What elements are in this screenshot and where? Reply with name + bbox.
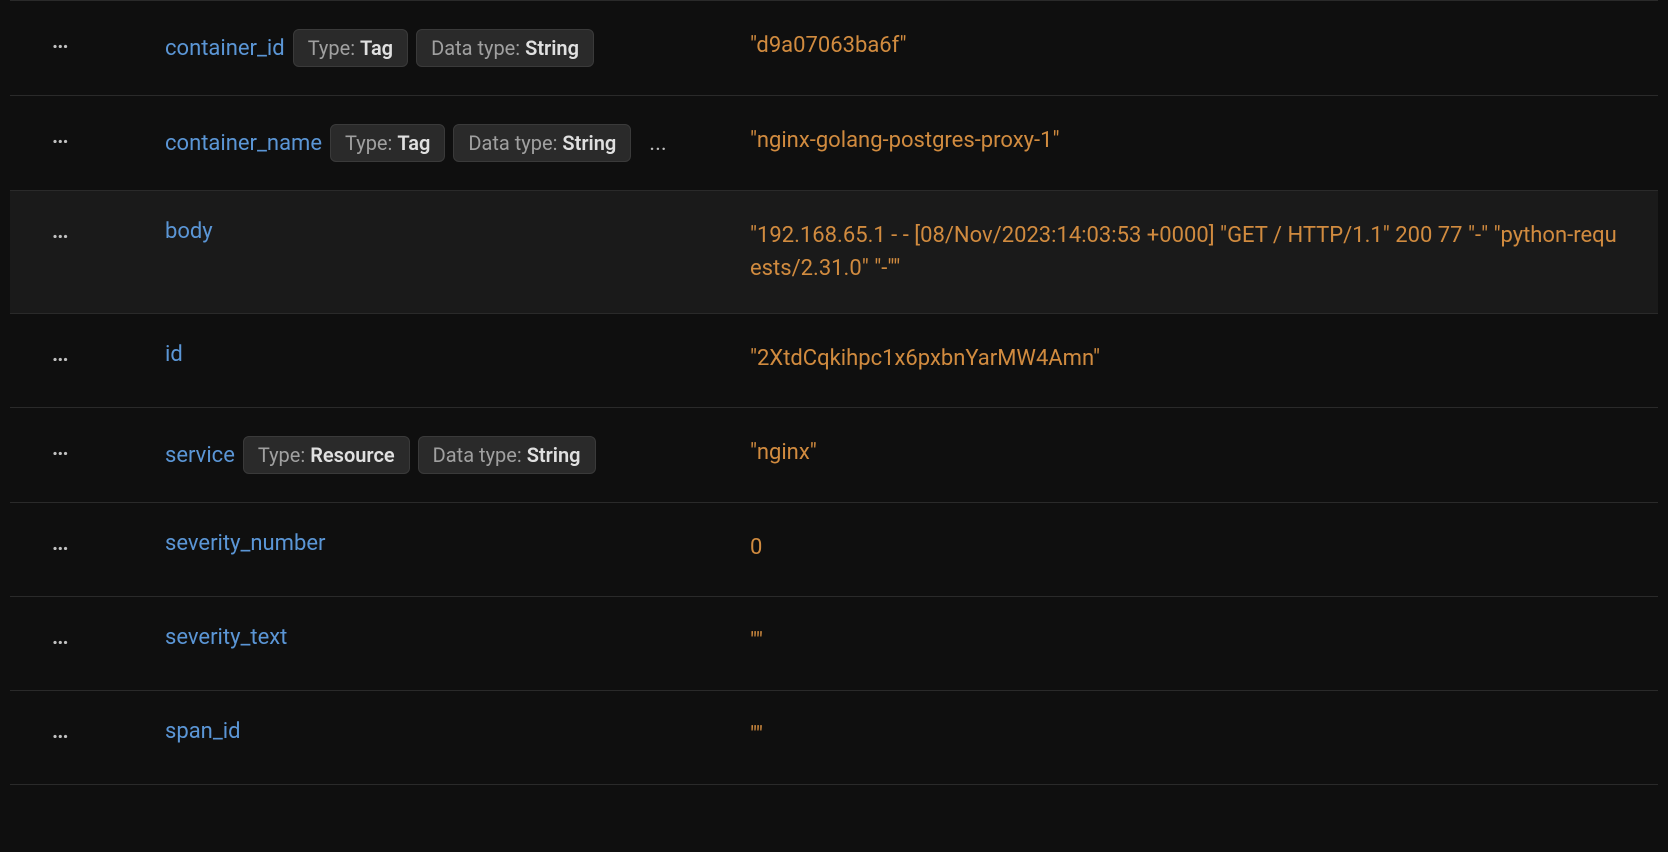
field-value: 0 xyxy=(750,535,762,560)
actions-cell: ... xyxy=(10,124,165,149)
datatype-badge-label: Data type: xyxy=(431,36,525,60)
log-fields-table: ...container_idType: TagData type: Strin… xyxy=(0,0,1668,785)
field-name-link[interactable]: service xyxy=(165,443,235,468)
value-cell: "192.168.65.1 - - [08/Nov/2023:14:03:53 … xyxy=(740,219,1658,285)
value-cell: "nginx-golang-postgres-proxy-1" xyxy=(740,124,1658,157)
datatype-badge-value: String xyxy=(525,36,579,60)
field-value: "2XtdCqkihpc1x6pxbnYarMW4Amn" xyxy=(750,346,1100,371)
actions-cell: ... xyxy=(10,719,165,744)
datatype-badge: Data type: String xyxy=(453,124,631,162)
field-cell: container_nameType: TagData type: String… xyxy=(165,124,740,162)
type-badge-value: Tag xyxy=(360,36,393,60)
field-name-link[interactable]: id xyxy=(165,342,183,367)
row-actions-menu[interactable]: ... xyxy=(52,625,68,650)
actions-cell: ... xyxy=(10,29,165,54)
field-value: "nginx" xyxy=(750,440,817,465)
datatype-badge-label: Data type: xyxy=(468,131,562,155)
type-badge: Type: Tag xyxy=(330,124,445,162)
type-badge-value: Resource xyxy=(310,443,394,467)
table-row: ...container_idType: TagData type: Strin… xyxy=(10,0,1658,96)
field-value: "192.168.65.1 - - [08/Nov/2023:14:03:53 … xyxy=(750,223,1617,281)
field-name-link[interactable]: severity_text xyxy=(165,625,287,650)
row-actions-menu[interactable]: ... xyxy=(52,531,68,556)
actions-cell: ... xyxy=(10,219,165,244)
type-badge: Type: Tag xyxy=(293,29,408,67)
type-badge-label: Type: xyxy=(258,443,310,467)
datatype-badge-value: String xyxy=(562,131,616,155)
type-badge-value: Tag xyxy=(397,131,430,155)
table-row: ... severity_number 0 xyxy=(10,503,1658,597)
actions-cell: ... xyxy=(10,531,165,556)
field-cell: severity_number xyxy=(165,531,740,556)
field-name-link[interactable]: span_id xyxy=(165,719,241,744)
table-row: ...container_nameType: TagData type: Str… xyxy=(10,96,1658,191)
field-value: "" xyxy=(750,629,763,654)
field-name-link[interactable]: container_name xyxy=(165,131,322,156)
value-cell: "" xyxy=(740,625,1658,658)
field-name-link[interactable]: body xyxy=(165,219,213,244)
type-badge-label: Type: xyxy=(308,36,360,60)
type-badge-label: Type: xyxy=(345,131,397,155)
datatype-badge-label: Data type: xyxy=(433,443,527,467)
table-row: ... span_id "" xyxy=(10,691,1658,785)
datatype-badge-value: String xyxy=(527,443,581,467)
row-actions-menu[interactable]: ... xyxy=(52,719,68,744)
datatype-badge: Data type: String xyxy=(416,29,594,67)
actions-cell: ... xyxy=(10,436,165,461)
value-cell: "2XtdCqkihpc1x6pxbnYarMW4Amn" xyxy=(740,342,1658,375)
row-actions-menu[interactable]: ... xyxy=(52,29,68,54)
row-actions-menu[interactable]: ... xyxy=(52,342,68,367)
field-cell: container_idType: TagData type: String xyxy=(165,29,740,67)
field-cell: span_id xyxy=(165,719,740,744)
row-actions-menu[interactable]: ... xyxy=(52,219,68,244)
field-cell: body xyxy=(165,219,740,244)
actions-cell: ... xyxy=(10,342,165,367)
actions-cell: ... xyxy=(10,625,165,650)
value-cell: 0 xyxy=(740,531,1658,564)
value-cell: "d9a07063ba6f" xyxy=(740,29,1658,62)
value-cell: "nginx" xyxy=(740,436,1658,469)
field-overflow-indicator[interactable]: ... xyxy=(639,131,666,156)
datatype-badge: Data type: String xyxy=(418,436,596,474)
field-value: "nginx-golang-postgres-proxy-1" xyxy=(750,128,1060,153)
table-row: ... body "192.168.65.1 - - [08/Nov/2023:14… xyxy=(10,191,1658,314)
table-row: ... id "2XtdCqkihpc1x6pxbnYarMW4Amn" xyxy=(10,314,1658,408)
field-cell: serviceType: ResourceData type: String xyxy=(165,436,740,474)
field-name-link[interactable]: container_id xyxy=(165,36,285,61)
value-cell: "" xyxy=(740,719,1658,752)
row-actions-menu[interactable]: ... xyxy=(52,436,68,461)
row-actions-menu[interactable]: ... xyxy=(52,124,68,149)
field-value: "" xyxy=(750,723,763,748)
table-row: ... severity_text "" xyxy=(10,597,1658,691)
table-row: ...serviceType: ResourceData type: Strin… xyxy=(10,408,1658,503)
type-badge: Type: Resource xyxy=(243,436,410,474)
field-value: "d9a07063ba6f" xyxy=(750,33,907,58)
field-cell: severity_text xyxy=(165,625,740,650)
field-name-link[interactable]: severity_number xyxy=(165,531,325,556)
field-cell: id xyxy=(165,342,740,367)
